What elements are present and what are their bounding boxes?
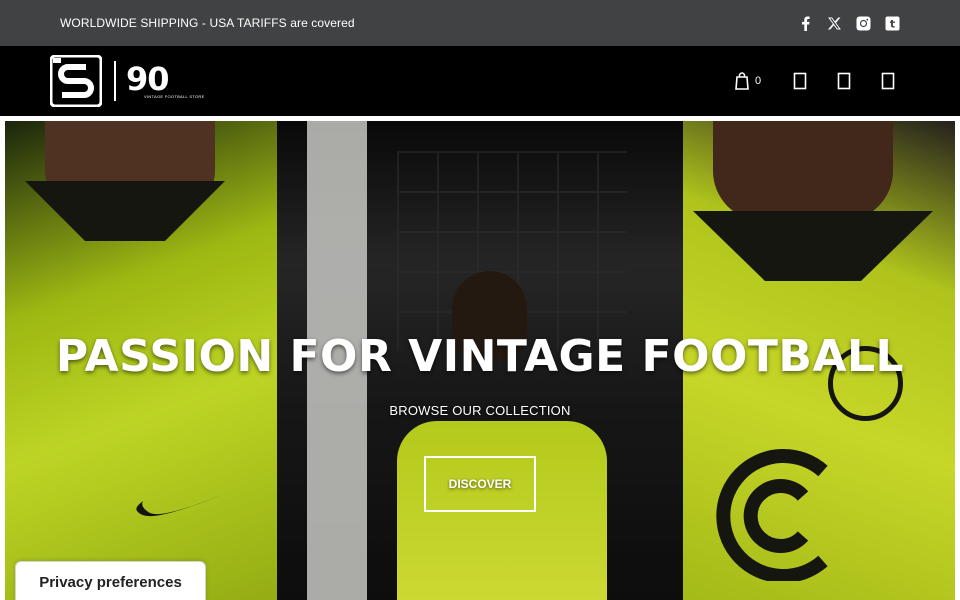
search-icon (793, 72, 807, 90)
hero-subtitle: BROWSE OUR COLLECTION (389, 403, 571, 418)
search-button[interactable] (778, 59, 822, 103)
site-header: 90 VINTAGE FOOTBALL STORE 0 (0, 46, 960, 116)
svg-text:t: t (889, 17, 894, 30)
social-links: t (797, 15, 900, 31)
cart-icon (735, 72, 749, 90)
logo-wordmark: 90 VINTAGE FOOTBALL STORE (126, 59, 205, 99)
menu-icon (881, 72, 895, 90)
account-icon (837, 72, 851, 90)
announcement-bar: WORLDWIDE SHIPPING - USA TARIFFS are cov… (0, 0, 960, 46)
hero-content: PASSION FOR VINTAGE FOOTBALL BROWSE OUR … (5, 329, 955, 512)
logo-mark-icon (50, 55, 102, 107)
logo-tagline: VINTAGE FOOTBALL STORE (144, 93, 205, 99)
account-button[interactable] (822, 59, 866, 103)
cart-button[interactable]: 0 (718, 59, 778, 103)
cart-count: 0 (754, 75, 762, 87)
privacy-preferences-button[interactable]: Privacy preferences (15, 561, 206, 600)
header-actions: 0 (718, 59, 910, 103)
menu-button[interactable] (866, 59, 910, 103)
logo-number: 90 (126, 59, 170, 98)
discover-button[interactable]: DISCOVER (424, 456, 536, 512)
hero-title: PASSION FOR VINTAGE FOOTBALL (55, 331, 905, 382)
instagram-icon[interactable] (855, 15, 871, 31)
announcement-text: WORLDWIDE SHIPPING - USA TARIFFS are cov… (60, 16, 355, 30)
tumblr-icon[interactable]: t (884, 15, 900, 31)
hero-banner: PASSION FOR VINTAGE FOOTBALL BROWSE OUR … (5, 121, 955, 600)
logo-divider (114, 61, 116, 101)
x-icon[interactable] (826, 15, 842, 31)
facebook-icon[interactable] (797, 15, 813, 31)
site-logo[interactable]: 90 VINTAGE FOOTBALL STORE (50, 55, 205, 107)
